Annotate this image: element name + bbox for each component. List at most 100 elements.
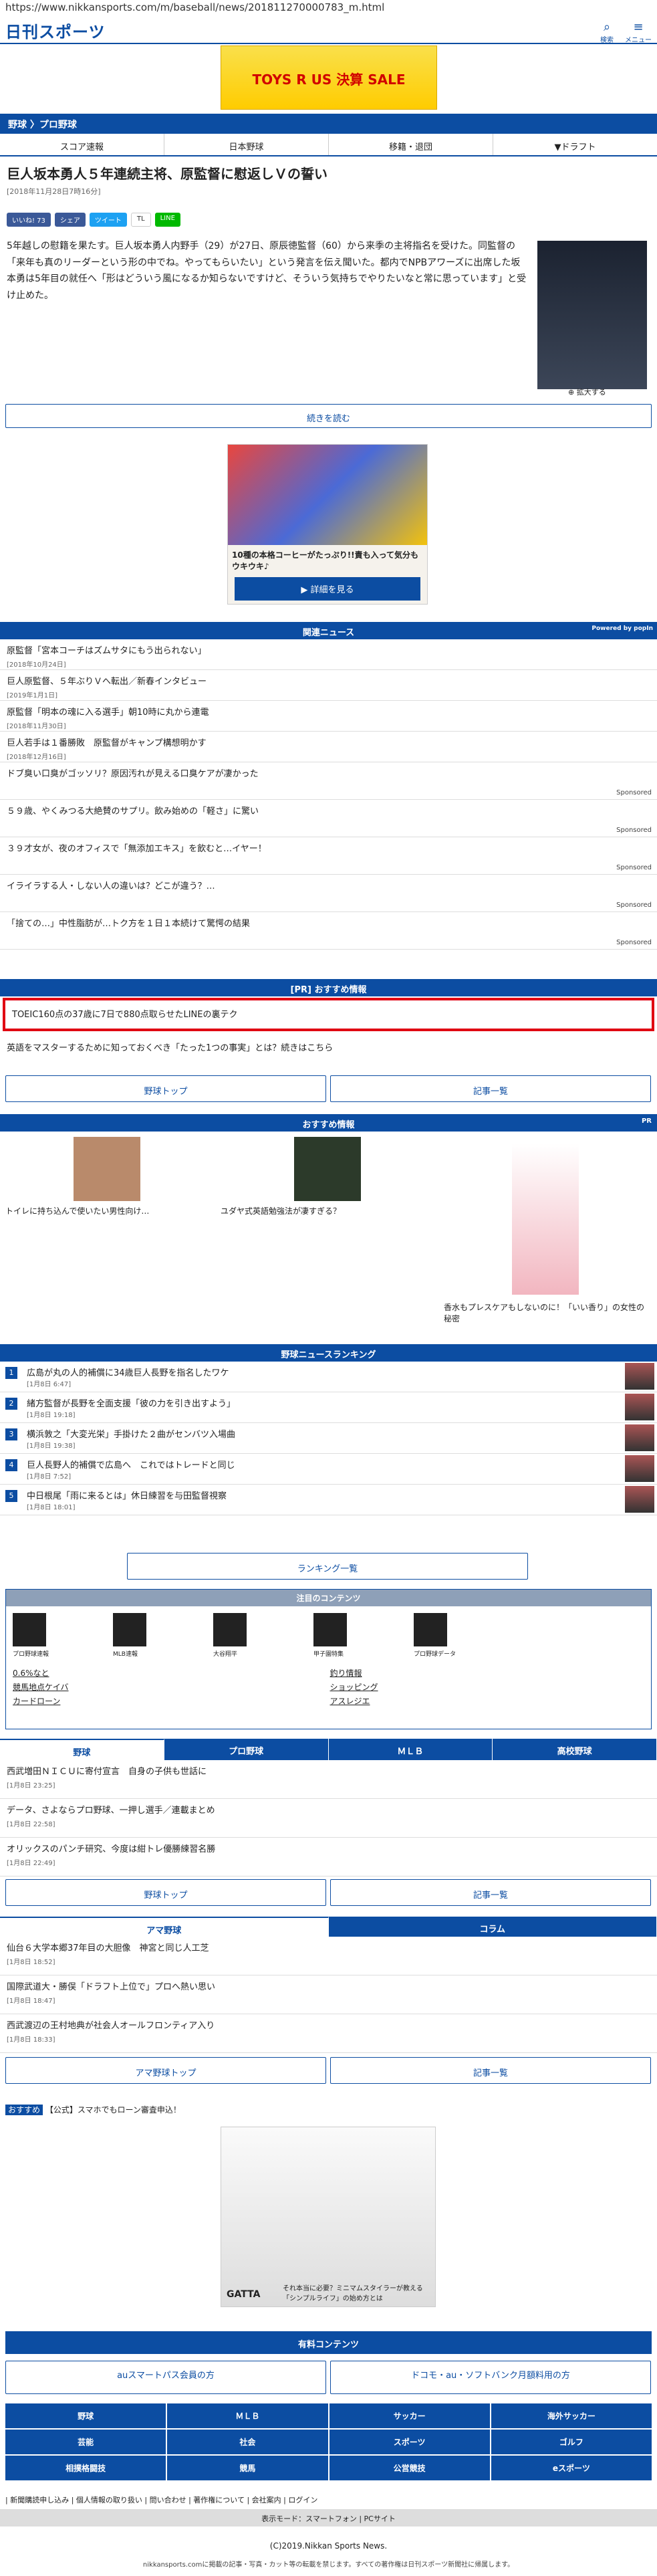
baseball-top-button[interactable]: 野球トップ xyxy=(5,1075,326,1102)
footer-nav-3[interactable]: 海外サッカー xyxy=(491,2403,652,2428)
featured-link[interactable]: カードローン xyxy=(13,1695,327,1707)
featured-content-item[interactable]: MLB速報 xyxy=(113,1613,186,1658)
list-item[interactable]: 巨人若手は１番勝敗 原監督がキャンプ構想明かす [2018年12月16日] xyxy=(0,732,657,762)
ranking-item[interactable]: 4 巨人長野人的補償で広島へ これではトレードと同じ [1月8日 7:52] xyxy=(0,1454,657,1485)
tab-tabs3-0[interactable]: アマ野球 xyxy=(0,1917,329,1937)
pr-link[interactable]: 英語をマスターするために知っておくべき「たった1つの事実」とは？続きはこちら xyxy=(7,1041,333,1053)
featured-link[interactable]: 釣り情報 xyxy=(330,1667,645,1679)
footer-nav-10[interactable]: 公営競技 xyxy=(329,2456,490,2480)
ad-cta-button[interactable]: ▶ 詳細を見る xyxy=(235,577,420,601)
featured-link[interactable]: アスレジエ xyxy=(330,1695,645,1707)
footer-nav-5[interactable]: 社会 xyxy=(167,2430,328,2454)
pr-highlight-link[interactable]: TOEIC160点の37歳に7日で880点取らせたLINEの裏テク xyxy=(3,998,654,1031)
read-more-button[interactable]: 続きを読む xyxy=(5,404,652,428)
tweet-button[interactable]: ツイート xyxy=(89,213,127,227)
list-item[interactable]: ドブ臭い口臭がゴッソリ？原因汚れが見える口臭ケアが凄かった Sponsored xyxy=(0,762,657,800)
footer-nav-8[interactable]: 相撲格闘技 xyxy=(5,2456,166,2480)
recommend-item-3[interactable]: 香水もプレスケアもしないのに！「いい香り」の女性の秘密 xyxy=(444,1301,644,1324)
top-banner-ad[interactable]: TOYS R US 決算 SALE xyxy=(221,45,437,110)
tab-tabs3-1[interactable]: コラム xyxy=(328,1917,657,1937)
list-item[interactable]: 原監督「明本の魂に入る選手」朝10時に丸から連電 [2018年11月30日] xyxy=(0,701,657,732)
docomo-button[interactable]: ドコモ・au・ソフトバンク月額料用の方 xyxy=(330,2361,651,2394)
ranking-header: 野球ニュースランキング xyxy=(0,1344,657,1362)
ranking-item[interactable]: 3 横浜敦之「大変光栄」手掛けた２曲がセンバツ入場曲 [1月8日 19:38] xyxy=(0,1423,657,1454)
recommend-image-3[interactable] xyxy=(512,1144,579,1295)
list-item[interactable]: オリックスのパンチ研究、今度は紺トレ優勝練習名勝 [1月8日 22:49] xyxy=(0,1838,657,1876)
list-item[interactable]: 仙台６大学本郷37年目の大胆像 神宮と同じ人工芝 [1月8日 18:52] xyxy=(0,1937,657,1975)
ranking-title: 横浜敦之「大変光栄」手掛けた２曲がセンバツ入場曲 xyxy=(27,1430,236,1440)
ranking-date: [1月8日 19:38] xyxy=(27,1442,76,1450)
recommend-image-1[interactable] xyxy=(74,1137,140,1201)
recommend-item-2[interactable]: ユダヤ式英語勉強法が凄すぎる？ xyxy=(221,1205,341,1216)
list-item[interactable]: 「捨ての…」中性脂肪が…トク方を１日１本続けて驚愕の結果 Sponsored xyxy=(0,912,657,950)
au-button[interactable]: auスマートパス会員の方 xyxy=(5,2361,326,2394)
footer-nav-1[interactable]: ＭＬＢ xyxy=(167,2403,328,2428)
tab-score[interactable]: スコア速報 xyxy=(0,134,164,155)
footer-links[interactable]: | 新聞購読申し込み | 個人情報の取り扱い | 問い合わせ | 著作権について… xyxy=(5,2494,317,2505)
ranking-item[interactable]: 2 緒方監督が長野を全面支援「彼の力を引き出すよう」 [1月8日 19:18] xyxy=(0,1392,657,1423)
tab-tabs2-0[interactable]: 野球 xyxy=(0,1739,164,1760)
tab-tabs2-2[interactable]: ＭＬＢ xyxy=(328,1739,493,1760)
line-button[interactable]: LINE xyxy=(154,213,180,227)
footer-nav-11[interactable]: eスポーツ xyxy=(491,2456,652,2480)
list-item[interactable]: 西武増田ＮＩＣＵに寄付宣言 自身の子供も世話に [1月8日 23:25] xyxy=(0,1760,657,1799)
list-item[interactable]: ５９歳、やくみつる大絶賛のサプリ。飲み始めの「軽さ」に驚い Sponsored xyxy=(0,800,657,837)
tab-draft[interactable]: ▼ドラフト xyxy=(493,134,657,155)
tab-tabs2-1[interactable]: プロ野球 xyxy=(164,1739,329,1760)
footer-nav-7[interactable]: ゴルフ xyxy=(491,2430,652,2454)
article-list-button-3[interactable]: 記事一覧 xyxy=(330,2057,651,2084)
list-item[interactable]: データ、さよならプロ野球、一押し選手／連載まとめ [1月8日 22:58] xyxy=(0,1799,657,1838)
recommend-image-2[interactable] xyxy=(294,1137,361,1201)
enlarge-link[interactable]: ⊕ 拡大する xyxy=(568,387,606,397)
baseball-top-button-2[interactable]: 野球トップ xyxy=(5,1879,326,1906)
news-date: [1月8日 22:58] xyxy=(7,1821,55,1828)
tab-transfers[interactable]: 移籍・退団 xyxy=(329,134,493,155)
list-item[interactable]: 巨人原監督、５年ぶりＶへ転出／新春インタビュー [2019年1月1日] xyxy=(0,670,657,701)
article-photo[interactable] xyxy=(537,241,647,389)
list-item[interactable]: 国際武道大・勝俣「ドラフト上位で」プロへ熱い思い [1月8日 18:47] xyxy=(0,1975,657,2014)
footer-nav-6[interactable]: スポーツ xyxy=(329,2430,490,2454)
content-icon xyxy=(414,1613,447,1646)
search-button[interactable]: ⌕ 検索 xyxy=(594,20,620,44)
footer-nav-0[interactable]: 野球 xyxy=(5,2403,166,2428)
featured-link[interactable]: 競馬地点ケイバ xyxy=(13,1681,327,1693)
featured-link[interactable]: 0.6%なと xyxy=(13,1667,327,1679)
list-item[interactable]: ３９才女が、夜のオフィスで「無添加エキス」を飲むと…イヤー！ Sponsored xyxy=(0,837,657,875)
featured-content-item[interactable]: プロ野球速報 xyxy=(13,1613,86,1658)
gatta-ad[interactable]: GATTA それ本当に必要？ミニマムスタイラーが教える「シンプルライフ」の始め方… xyxy=(221,2127,436,2307)
footer-nav-9[interactable]: 競馬 xyxy=(167,2456,328,2480)
list-item[interactable]: 西武渡辺の王村地典が社会人オールフロンティア入り [1月8日 18:33] xyxy=(0,2014,657,2053)
display-mode[interactable]: 表示モード：スマートフォン | PCサイト xyxy=(0,2509,657,2527)
footer-nav-2[interactable]: サッカー xyxy=(329,2403,490,2428)
url-bar[interactable]: https://www.nikkansports.com/m/baseball/… xyxy=(5,1,384,13)
featured-content-item[interactable]: 大谷翔平 xyxy=(213,1613,287,1658)
featured-link[interactable]: ショッピング xyxy=(330,1681,645,1693)
ranking-item[interactable]: 1 広島が丸の人的補償に34歳巨人長野を指名したワケ [1月8日 6:47] xyxy=(0,1362,657,1392)
list-item[interactable]: 原監督「宮本コーチはズムサタにもう出られない」 [2018年10月24日] xyxy=(0,639,657,670)
recommend-item-1[interactable]: トイレに持ち込んで使いたい男性向け… xyxy=(5,1205,149,1216)
facebook-like-button[interactable]: いいね! 73 xyxy=(7,213,51,227)
ranking-list-button[interactable]: ランキング一覧 xyxy=(127,1553,528,1580)
tab-japan-baseball[interactable]: 日本野球 xyxy=(164,134,329,155)
tab-tabs2-3[interactable]: 高校野球 xyxy=(493,1739,657,1760)
ranking-item[interactable]: 5 中日根尾「雨に来るとは」休日練習を与田監督視察 [1月8日 18:01] xyxy=(0,1485,657,1515)
related-title: 関連ニュース xyxy=(302,628,355,638)
featured-content-item[interactable]: 甲子園特集 xyxy=(313,1613,387,1658)
list-item[interactable]: イライラする人・しない人の違いは？どこが違う？… Sponsored xyxy=(0,875,657,912)
search-icon: ⌕ xyxy=(603,20,611,34)
content-label: 大谷翔平 xyxy=(213,1651,238,1658)
news-title: 仙台６大学本郷37年目の大胆像 神宮と同じ人工芝 xyxy=(7,1943,209,1953)
footer-nav-4[interactable]: 芸能 xyxy=(5,2430,166,2454)
featured-content-item[interactable]: プロ野球データ xyxy=(414,1613,487,1658)
article-list-button[interactable]: 記事一覧 xyxy=(330,1075,651,1102)
article-list-button-2[interactable]: 記事一覧 xyxy=(330,1879,651,1906)
amateur-top-button[interactable]: アマ野球トップ xyxy=(5,2057,326,2084)
facebook-share-button[interactable]: シェア xyxy=(54,213,86,227)
menu-button[interactable]: ≡ メニュー xyxy=(625,20,652,44)
list-item-title: 原監督「宮本コーチはズムサタにもう出られない」 xyxy=(7,646,207,656)
coffee-ad[interactable]: 10種の本格コーヒーがたっぷり!!責も入って気分もウキウキ♪ ▶ 詳細を見る xyxy=(227,444,428,605)
breadcrumb[interactable]: 野球 〉プロ野球 xyxy=(0,114,657,134)
osusume-link[interactable]: おすすめ 【公式】スマホでもローン審査申込！ xyxy=(5,2104,181,2115)
timeline-button[interactable]: TL xyxy=(130,213,151,227)
site-logo[interactable]: 日刊スポーツ xyxy=(5,19,106,42)
